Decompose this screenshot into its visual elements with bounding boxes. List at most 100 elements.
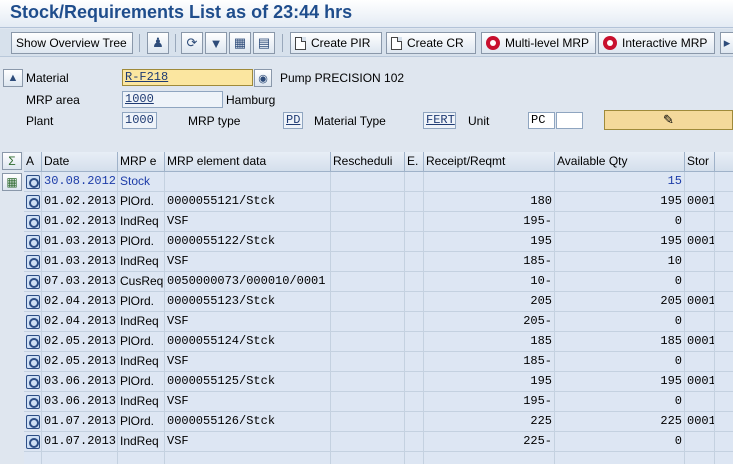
empty-cell xyxy=(24,452,42,464)
row-icon[interactable] xyxy=(24,292,42,312)
details-icon[interactable] xyxy=(25,315,40,329)
material-type-field[interactable]: FERT xyxy=(423,112,456,129)
details-icon[interactable] xyxy=(25,235,40,249)
details-icon[interactable] xyxy=(25,195,40,209)
create-pir-button[interactable]: Create PIR xyxy=(290,32,382,54)
cell-receipt-reqmt: 205 xyxy=(424,292,555,312)
refresh-icon[interactable]: ⟳ xyxy=(181,32,203,54)
details-icon[interactable] xyxy=(25,355,40,369)
cell-mrp-element-data: 0000055126/Stck xyxy=(165,412,331,432)
row-icon[interactable] xyxy=(24,252,42,272)
cell-mrp-element: IndReq xyxy=(118,252,165,272)
person-icon[interactable]: ♟ xyxy=(147,32,169,54)
details-icon[interactable] xyxy=(25,175,40,189)
cell-rescheduling xyxy=(331,332,405,352)
row-icon[interactable] xyxy=(24,232,42,252)
col-header-mrp-element-data[interactable]: MRP element data xyxy=(165,152,331,172)
row-icon[interactable] xyxy=(24,372,42,392)
table-row[interactable]: 01.07.2013 PlOrd. 0000055126/Stck 225 225 000… xyxy=(24,412,733,432)
cell-date: 01.02.2013 xyxy=(42,212,118,232)
table-row[interactable]: 03.06.2013 PlOrd. 0000055125/Stck 195 195 000… xyxy=(24,372,733,392)
more-icon[interactable]: ▸ xyxy=(720,32,733,54)
layout-icon[interactable]: ▤ xyxy=(253,32,275,54)
create-cr-button[interactable]: Create CR xyxy=(386,32,476,54)
cell-mrp-element: CusReq xyxy=(118,272,165,292)
details-icon[interactable] xyxy=(25,215,40,229)
unit-extra-field[interactable] xyxy=(556,112,583,129)
table-row[interactable]: 02.05.2013 IndReq VSF 185- 0 xyxy=(24,352,733,372)
cell-exception xyxy=(405,352,424,372)
details-icon[interactable] xyxy=(25,335,40,349)
table-row[interactable]: 01.03.2013 IndReq VSF 185- 10 xyxy=(24,252,733,272)
table-row[interactable]: 07.03.2013 CusReq 0050000073/000010/0001 10… xyxy=(24,272,733,292)
sum-icon[interactable]: Σ xyxy=(2,152,22,170)
col-header-exception[interactable]: E. xyxy=(405,152,424,172)
unit-field[interactable]: PC xyxy=(528,112,555,129)
details-icon[interactable] xyxy=(25,375,40,389)
empty-cell xyxy=(685,452,715,464)
col-header-rescheduling[interactable]: Rescheduli xyxy=(331,152,405,172)
row-icon[interactable] xyxy=(24,212,42,232)
table-row[interactable]: 02.05.2013 PlOrd. 0000055124/Stck 185 185 000… xyxy=(24,332,733,352)
table-row[interactable]: 01.02.2013 IndReq VSF 195- 0 xyxy=(24,212,733,232)
cell-exception xyxy=(405,332,424,352)
cell-exception xyxy=(405,412,424,432)
cell-exception xyxy=(405,372,424,392)
cell-storage: 0001 xyxy=(685,332,715,352)
show-overview-tree-button[interactable]: Show Overview Tree xyxy=(11,32,133,54)
header-toggle-icon[interactable]: ▲ xyxy=(3,69,23,87)
mrp-type-label: MRP type xyxy=(188,114,241,128)
row-icon[interactable] xyxy=(24,432,42,452)
col-header-date[interactable]: Date xyxy=(42,152,118,172)
mrp-area-field[interactable]: 1000 xyxy=(122,91,223,108)
row-icon[interactable] xyxy=(24,332,42,352)
details-icon[interactable] xyxy=(25,435,40,449)
material-search-icon[interactable]: ◉ xyxy=(254,69,272,87)
cell-mrp-element: IndReq xyxy=(118,432,165,452)
row-icon[interactable] xyxy=(24,312,42,332)
table-row[interactable]: 30.08.2012 Stock 15 xyxy=(24,172,733,192)
cell-exception xyxy=(405,432,424,452)
edit-button[interactable]: ✎ xyxy=(604,110,733,130)
col-header-available-qty[interactable]: Available Qty xyxy=(555,152,685,172)
cell-date: 02.05.2013 xyxy=(42,352,118,372)
col-header-a[interactable]: A xyxy=(24,152,42,172)
table-row[interactable]: 03.06.2013 IndReq VSF 195- 0 xyxy=(24,392,733,412)
multi-level-mrp-button[interactable]: Multi-level MRP xyxy=(481,32,596,54)
table-row[interactable]: 01.02.2013 PlOrd. 0000055121/Stck 180 195 000… xyxy=(24,192,733,212)
interactive-mrp-button[interactable]: Interactive MRP xyxy=(598,32,715,54)
cell-rescheduling xyxy=(331,352,405,372)
cell-storage xyxy=(685,252,715,272)
col-header-storage[interactable]: Stor xyxy=(685,152,715,172)
col-header-receipt-reqmt[interactable]: Receipt/Reqmt xyxy=(424,152,555,172)
table-row[interactable]: 01.07.2013 IndReq VSF 225- 0 xyxy=(24,432,733,452)
row-icon[interactable] xyxy=(24,412,42,432)
row-icon[interactable] xyxy=(24,352,42,372)
details-icon[interactable] xyxy=(25,395,40,409)
filter-icon[interactable]: ▼ xyxy=(205,32,227,54)
row-icon[interactable] xyxy=(24,392,42,412)
mrp-area-description: Hamburg xyxy=(226,93,276,107)
col-header-mrp-element[interactable]: MRP e xyxy=(118,152,165,172)
row-icon[interactable] xyxy=(24,272,42,292)
cell-rescheduling xyxy=(331,412,405,432)
cell-mrp-element: IndReq xyxy=(118,312,165,332)
table-row[interactable]: 01.03.2013 PlOrd. 0000055122/Stck 195 195 000… xyxy=(24,232,733,252)
cell-receipt-reqmt: 195 xyxy=(424,232,555,252)
details-icon[interactable] xyxy=(25,275,40,289)
details-icon[interactable] xyxy=(25,415,40,429)
pegging-icon[interactable]: ▦ xyxy=(229,32,251,54)
toolbar-separator xyxy=(139,34,140,52)
cell-available-qty: 0 xyxy=(555,432,685,452)
details-icon[interactable] xyxy=(25,255,40,269)
plant-field[interactable]: 1000 xyxy=(122,112,157,129)
material-field[interactable]: R-F218 xyxy=(122,69,253,86)
row-icon[interactable] xyxy=(24,172,42,192)
mrp-type-field[interactable]: PD xyxy=(283,112,303,129)
row-icon[interactable] xyxy=(24,192,42,212)
details-icon[interactable] xyxy=(25,295,40,309)
expand-icon[interactable]: ▦ xyxy=(2,173,22,191)
table-row[interactable]: 02.04.2013 IndReq VSF 205- 0 xyxy=(24,312,733,332)
cell-rescheduling xyxy=(331,232,405,252)
table-row[interactable]: 02.04.2013 PlOrd. 0000055123/Stck 205 205 000… xyxy=(24,292,733,312)
